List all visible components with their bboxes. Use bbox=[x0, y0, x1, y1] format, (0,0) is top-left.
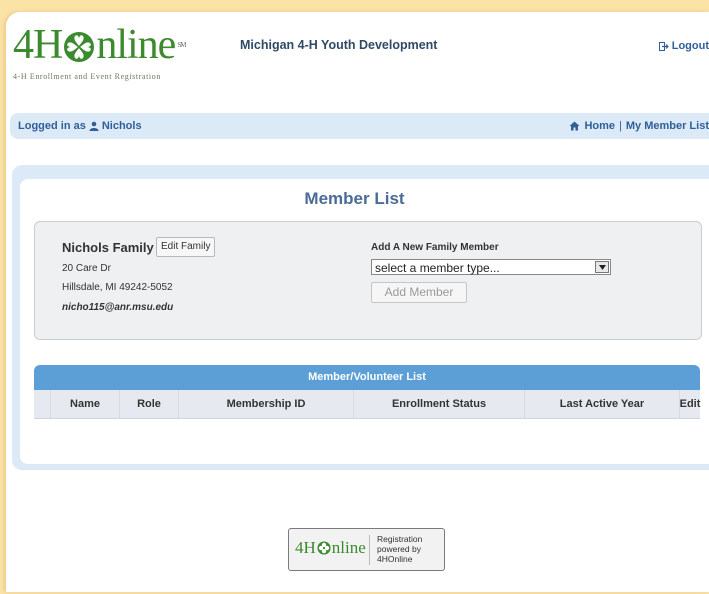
column-header-enrollment-status[interactable]: Enrollment Status bbox=[354, 390, 525, 418]
nav-separator: | bbox=[619, 120, 622, 132]
footer-line1: Registration bbox=[377, 534, 423, 544]
footer-line3: 4HOnline bbox=[377, 554, 413, 564]
home-link[interactable]: Home bbox=[584, 120, 615, 132]
column-header-last-active-year[interactable]: Last Active Year bbox=[525, 390, 680, 418]
family-address-line1: 20 Care Dr bbox=[62, 263, 111, 274]
edit-family-button[interactable]: Edit Family bbox=[156, 237, 216, 257]
family-address-line2: Hillsdale, MI 49242-5052 bbox=[62, 282, 173, 293]
logo-text-4h: 4H bbox=[13, 22, 63, 68]
logo-text-online: nline bbox=[96, 22, 176, 68]
user-icon bbox=[89, 121, 99, 131]
user-name: Nichols bbox=[101, 120, 142, 132]
trademark: SM bbox=[177, 41, 186, 49]
footer-text: Registration powered by 4HOnline bbox=[377, 534, 422, 564]
user-bar: Logged in as Nichols Home | My Member Li… bbox=[10, 113, 709, 139]
family-email: nicho115@anr.msu.edu bbox=[62, 302, 174, 313]
family-info-box bbox=[34, 221, 702, 340]
logout-link[interactable]: Logout bbox=[658, 40, 709, 52]
home-icon bbox=[569, 121, 580, 131]
chevron-down-icon[interactable] bbox=[595, 261, 609, 273]
column-header-membership-id[interactable]: Membership ID bbox=[179, 390, 354, 418]
column-header-role[interactable]: Role bbox=[120, 390, 179, 418]
page-title: Member List bbox=[304, 189, 405, 208]
column-header-name[interactable]: Name bbox=[51, 390, 120, 418]
member-type-select-value: select a member type... bbox=[375, 261, 500, 275]
logged-in-prefix: Logged in as bbox=[18, 120, 86, 132]
footer-line2: powered by bbox=[377, 544, 421, 554]
footer-divider bbox=[369, 535, 370, 565]
logout-icon bbox=[658, 41, 669, 51]
footer-logo-online: nline bbox=[331, 538, 366, 557]
logout-label: Logout bbox=[671, 40, 709, 52]
member-list-title: Member/Volunteer List bbox=[34, 365, 700, 390]
clover-icon bbox=[63, 29, 95, 62]
member-list-header-row: Name Role Membership ID Enrollment Statu… bbox=[34, 390, 700, 419]
member-type-select[interactable]: select a member type... bbox=[371, 259, 611, 275]
my-member-list-link[interactable]: My Member List bbox=[626, 120, 709, 132]
organization-title: Michigan 4-H Youth Development bbox=[240, 38, 438, 52]
footer-logo: 4H nline bbox=[295, 538, 366, 558]
add-member-label: Add A New Family Member bbox=[371, 242, 499, 253]
logo-subtitle: 4-H Enrollment and Event Registration bbox=[13, 72, 161, 81]
clover-icon bbox=[317, 541, 331, 555]
add-member-button[interactable]: Add Member bbox=[371, 282, 467, 303]
family-name: Nichols Family bbox=[62, 240, 154, 255]
footer-logo-4h: 4H bbox=[295, 538, 316, 557]
column-header-edit[interactable]: Edit bbox=[680, 390, 701, 418]
app-logo[interactable]: 4H nline SM 4-H Enrollment and Event Reg… bbox=[13, 24, 213, 94]
powered-by-badge[interactable]: 4H nline Registration powered by 4HOnlin… bbox=[288, 528, 445, 571]
column-spacer bbox=[34, 390, 51, 418]
